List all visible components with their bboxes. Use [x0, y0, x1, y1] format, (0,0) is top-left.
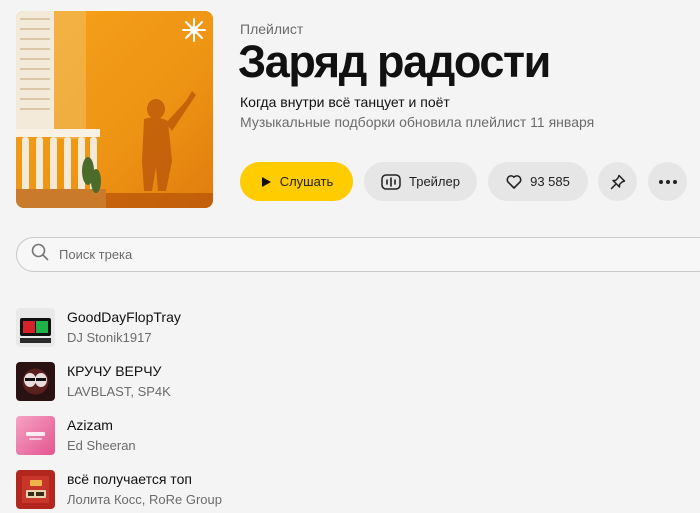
track-artist[interactable]: DJ Stonik1917 — [67, 329, 181, 347]
track-cover — [16, 361, 55, 401]
track-artist[interactable]: Ed Sheeran — [67, 437, 136, 455]
playlist-page: Плейлист Заряд радости Когда внутри всё … — [0, 0, 700, 513]
like-button[interactable]: 93 585 — [488, 162, 588, 201]
pin-icon — [610, 174, 626, 190]
search-input[interactable] — [59, 247, 559, 262]
trailer-button-label: Трейлер — [409, 174, 460, 189]
list-item[interactable]: КРУЧУ ВЕРЧУ LAVBLAST, SP4K — [16, 354, 700, 408]
search-icon — [31, 243, 49, 266]
track-list: GoodDayFlopTray DJ Stonik1917 КРУЧУ ВЕРЧ… — [16, 300, 700, 513]
listen-button-label: Слушать — [279, 174, 334, 189]
waveform-icon — [381, 173, 401, 190]
track-artist[interactable]: Лолита Косс, RoRe Group — [67, 491, 222, 509]
listen-button[interactable]: Слушать — [240, 162, 353, 201]
playlist-description: Когда внутри всё танцует и поёт — [240, 94, 450, 110]
pin-button[interactable] — [598, 162, 637, 201]
more-button[interactable] — [648, 162, 687, 201]
heart-icon — [506, 174, 522, 189]
track-cover — [16, 307, 55, 347]
playlist-cover — [16, 11, 213, 208]
track-title: всё получается топ — [67, 470, 192, 487]
track-cover — [16, 415, 55, 455]
list-item[interactable]: GoodDayFlopTray DJ Stonik1917 — [16, 300, 700, 354]
playlist-type-label: Плейлист — [240, 21, 304, 37]
play-icon — [260, 176, 272, 188]
more-icon — [658, 179, 677, 184]
track-title: GoodDayFlopTray — [67, 308, 181, 325]
list-item[interactable]: Azizam Ed Sheeran — [16, 408, 700, 462]
track-cover — [16, 469, 55, 509]
page-title: Заряд радости — [238, 36, 551, 87]
list-item[interactable]: всё получается топ Лолита Косс, RoRe Gro… — [16, 462, 700, 513]
track-artist[interactable]: LAVBLAST, SP4K — [67, 383, 171, 401]
trailer-button[interactable]: Трейлер — [364, 162, 477, 201]
track-title: КРУЧУ ВЕРЧУ — [67, 362, 162, 379]
playlist-updated-note: Музыкальные подборки обновила плейлист 1… — [240, 114, 595, 130]
track-title: Azizam — [67, 416, 113, 433]
like-count: 93 585 — [530, 174, 570, 189]
track-search-bar[interactable] — [16, 237, 700, 272]
